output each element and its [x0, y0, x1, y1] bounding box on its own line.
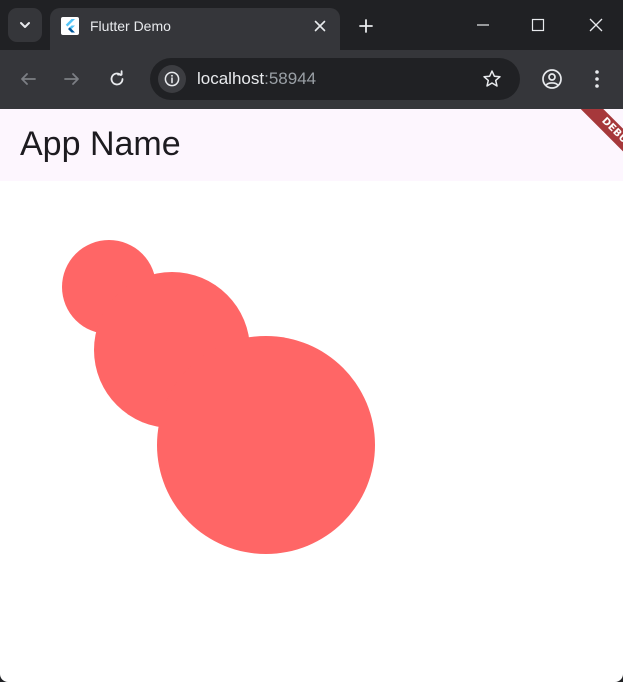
profile-button[interactable]	[537, 64, 567, 94]
tab-search-button[interactable]	[8, 8, 42, 42]
maximize-button[interactable]	[515, 8, 561, 42]
menu-button[interactable]	[582, 64, 612, 94]
site-info-button[interactable]	[158, 65, 186, 93]
info-icon	[164, 71, 180, 87]
chevron-down-icon	[20, 22, 30, 28]
browser-tab-active[interactable]: Flutter Demo	[50, 8, 340, 50]
circles-canvas	[62, 240, 375, 554]
account-circle-icon	[542, 69, 562, 89]
close-icon	[589, 18, 603, 32]
arrow-left-icon	[21, 73, 36, 85]
star-icon	[483, 70, 501, 87]
debug-banner: DEBUG	[553, 109, 623, 179]
minimize-button[interactable]	[460, 8, 506, 42]
minimize-icon	[477, 24, 489, 26]
more-vert-icon	[595, 70, 599, 88]
browser-toolbar: localhost:58944	[0, 50, 623, 109]
close-icon	[314, 20, 326, 32]
url-text: localhost:58944	[197, 69, 316, 89]
reload-button[interactable]	[102, 64, 132, 94]
browser-titlebar: Flutter Demo	[0, 0, 623, 50]
plus-icon	[359, 19, 373, 33]
tab-close-button[interactable]	[310, 16, 330, 36]
forward-button[interactable]	[57, 64, 87, 94]
url-port: :58944	[264, 69, 317, 88]
tab-title: Flutter Demo	[90, 18, 171, 34]
debug-banner-label: DEBUG	[572, 109, 623, 179]
circle-large	[157, 336, 375, 554]
page-viewport: App Name DEBUG	[0, 109, 623, 682]
arrow-right-icon	[64, 73, 79, 85]
flutter-logo-icon	[61, 17, 79, 35]
maximize-icon	[531, 18, 545, 32]
url-host: localhost	[197, 69, 265, 88]
address-bar[interactable]: localhost:58944	[150, 58, 520, 100]
reload-icon	[110, 70, 124, 86]
window-close-button[interactable]	[573, 8, 619, 42]
new-tab-button[interactable]	[352, 12, 380, 40]
bookmark-button[interactable]	[480, 67, 504, 91]
back-button[interactable]	[13, 64, 43, 94]
